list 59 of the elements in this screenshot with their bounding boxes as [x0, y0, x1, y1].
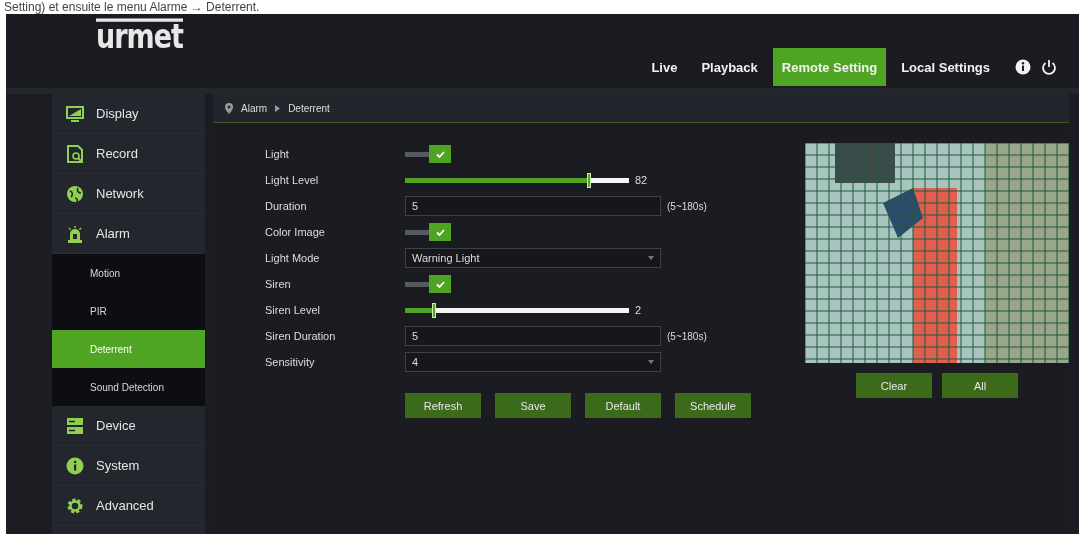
nav-tab[interactable]: Playback	[692, 48, 767, 86]
info-icon	[66, 456, 84, 475]
info-icon[interactable]	[1015, 59, 1031, 75]
power-icon[interactable]	[1041, 59, 1057, 75]
range-hint: (5~180s)	[667, 200, 707, 212]
action-button[interactable]: Default	[585, 393, 661, 418]
submenu-item[interactable]: PIR	[52, 292, 205, 330]
slider[interactable]	[405, 302, 629, 318]
action-button[interactable]: Save	[495, 393, 571, 418]
slider[interactable]	[405, 172, 629, 188]
check-icon	[435, 280, 445, 288]
caret-down-icon	[648, 256, 654, 260]
field-label: Siren Level	[265, 304, 322, 316]
sidebar-item[interactable]: Record	[52, 134, 205, 174]
field-label: Siren	[265, 278, 292, 290]
submenu-item[interactable]: Sound Detection	[52, 368, 205, 406]
document-search-icon	[66, 144, 84, 163]
breadcrumb-item[interactable]: Alarm	[241, 102, 268, 114]
slider-thumb[interactable]	[586, 172, 591, 188]
grid-button[interactable]: Clear	[856, 373, 932, 398]
slider-thumb[interactable]	[432, 302, 437, 318]
slider-value: 82	[635, 174, 648, 186]
document-caption: Setting) et ensuite le menu Alarme → Deterrent.	[4, 0, 260, 14]
check-icon	[435, 150, 445, 158]
globe-icon	[66, 184, 84, 203]
sidebar-item[interactable]: System	[52, 446, 205, 486]
field-label: Light Mode	[265, 252, 321, 264]
dropdown[interactable]: 4	[405, 352, 661, 372]
sidebar-item[interactable]: Network	[52, 174, 205, 214]
input-field[interactable]: 5	[405, 196, 661, 216]
chevron-right-icon	[275, 104, 281, 112]
nav-tab[interactable]: Live	[642, 48, 687, 86]
urmet-logo: urmet	[96, 18, 183, 53]
action-button[interactable]: Schedule	[675, 393, 751, 418]
grid-button[interactable]: All	[942, 373, 1018, 398]
alarm-bell-icon	[66, 224, 84, 243]
breadcrumb-item[interactable]: Deterrent	[288, 102, 330, 114]
field-label: Duration	[265, 200, 308, 212]
action-button[interactable]: Refresh	[405, 393, 481, 418]
field-label: Color Image	[265, 226, 326, 238]
field-label: Sensitivity	[265, 356, 316, 368]
sidebar-item[interactable]: Display	[52, 94, 205, 134]
server-icon	[66, 416, 84, 435]
gear-icon	[66, 496, 84, 515]
caret-down-icon	[648, 360, 654, 364]
range-hint: (5~180s)	[667, 330, 707, 342]
location-pin-icon	[225, 102, 233, 114]
sidebar-item[interactable]: Device	[52, 406, 205, 446]
slider-value: 2	[635, 304, 642, 316]
field-label: Light Level	[265, 174, 320, 186]
sidebar-item[interactable]: Advanced	[52, 486, 205, 526]
submenu-item[interactable]: Motion	[52, 254, 205, 292]
check-icon	[435, 228, 445, 236]
dropdown[interactable]: Warning Light	[405, 248, 661, 268]
nav-tab[interactable]: Local Settings	[892, 48, 999, 86]
field-label: Light	[265, 148, 290, 160]
field-label: Siren Duration	[265, 330, 337, 342]
monitor-icon	[66, 104, 84, 123]
input-field[interactable]: 5	[405, 326, 661, 346]
